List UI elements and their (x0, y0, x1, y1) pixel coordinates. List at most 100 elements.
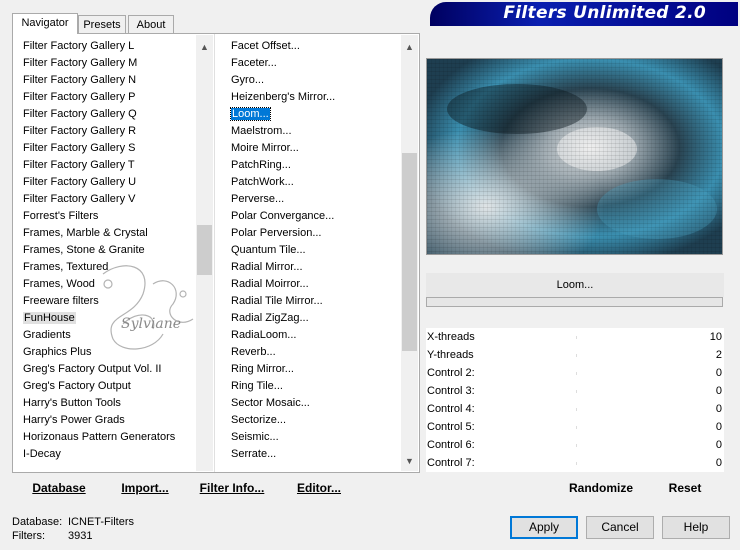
list-item[interactable]: Gradients (21, 327, 201, 344)
list-item[interactable]: Filter Factory Gallery N (21, 72, 201, 89)
parameter-name: Control 2: (427, 367, 475, 379)
list-item[interactable]: Gyro... (229, 72, 399, 89)
list-item[interactable]: Loom... (229, 106, 399, 123)
list-item[interactable]: Perverse... (229, 191, 399, 208)
parameter-value: 0 (715, 421, 722, 433)
tab-presets[interactable]: Presets (78, 15, 126, 33)
randomize-button[interactable]: Randomize (566, 477, 636, 499)
list-item-label: Sectorize... (231, 414, 287, 426)
list-item[interactable]: RadiaLoom... (229, 327, 399, 344)
list-item[interactable]: Filter Factory Gallery M (21, 55, 201, 72)
list-item-label: Radial ZigZag... (231, 312, 309, 324)
tab-navigator[interactable]: Navigator (12, 13, 78, 34)
scroll-up-icon[interactable]: ▲ (196, 39, 213, 56)
list-item[interactable]: Ring Mirror... (229, 361, 399, 378)
parameter-row[interactable]: X-threads 10 (426, 328, 724, 346)
list-item[interactable]: Harry's Power Grads (21, 412, 201, 429)
list-item[interactable]: Filter Factory Gallery S (21, 140, 201, 157)
list-item[interactable]: Sector Mosaic... (229, 395, 399, 412)
list-item[interactable]: Forrest's Filters (21, 208, 201, 225)
parameter-value: 2 (715, 349, 722, 361)
list-item[interactable]: Frames, Wood (21, 276, 201, 293)
parameter-value: 0 (715, 385, 722, 397)
list-item[interactable]: Radial Mirror... (229, 259, 399, 276)
list-item[interactable]: Moire Mirror... (229, 140, 399, 157)
list-item-label: Filter Factory Gallery M (23, 57, 138, 69)
tab-about[interactable]: About (128, 15, 174, 33)
list-item-label: Greg's Factory Output Vol. II (23, 363, 162, 375)
filter-scrollbar[interactable]: ▲ ▼ (401, 35, 418, 471)
list-item[interactable]: Facet Offset... (229, 38, 399, 55)
list-item[interactable]: Horizonaus Pattern Generators (21, 429, 201, 446)
import-button[interactable]: Import... (120, 477, 170, 499)
list-item[interactable]: Ring Tile... (229, 378, 399, 395)
list-item[interactable]: Radial Moirror... (229, 276, 399, 293)
list-item[interactable]: Maelstrom... (229, 123, 399, 140)
list-item-label: Faceter... (231, 57, 277, 69)
parameter-tick (576, 408, 577, 411)
parameter-row[interactable]: Control 6: 0 (426, 436, 724, 454)
editor-button[interactable]: Editor... (296, 477, 342, 499)
list-item[interactable]: Frames, Marble & Crystal (21, 225, 201, 242)
list-item[interactable]: Filter Factory Gallery V (21, 191, 201, 208)
scroll-down-icon[interactable]: ▼ (401, 453, 418, 470)
filter-info-button[interactable]: Filter Info... (199, 477, 265, 499)
filter-scroll-thumb[interactable] (402, 153, 417, 351)
list-item-label: Filter Factory Gallery Q (23, 108, 137, 120)
parameter-tick (576, 390, 577, 393)
cancel-button[interactable]: Cancel (586, 516, 654, 539)
list-item[interactable]: Filter Factory Gallery R (21, 123, 201, 140)
database-button[interactable]: Database (30, 477, 88, 499)
list-item[interactable]: PatchWork... (229, 174, 399, 191)
parameter-row[interactable]: Y-threads 2 (426, 346, 724, 364)
list-item[interactable]: Freeware filters (21, 293, 201, 310)
reset-button[interactable]: Reset (664, 477, 706, 499)
database-status: Database: ICNET-Filters (12, 516, 134, 528)
list-item-label: Radial Tile Mirror... (231, 295, 323, 307)
database-status-value: ICNET-Filters (68, 516, 134, 528)
list-item[interactable]: Filter Factory Gallery U (21, 174, 201, 191)
list-item[interactable]: Polar Perversion... (229, 225, 399, 242)
list-item[interactable]: Heizenberg's Mirror... (229, 89, 399, 106)
list-item[interactable]: Radial ZigZag... (229, 310, 399, 327)
list-item[interactable]: I-Decay (21, 446, 201, 463)
list-item[interactable]: Filter Factory Gallery L (21, 38, 201, 55)
list-item[interactable]: Sectorize... (229, 412, 399, 429)
parameter-tick (576, 462, 577, 465)
apply-button-label: Apply (528, 520, 560, 534)
parameter-row[interactable]: Control 2: 0 (426, 364, 724, 382)
list-item[interactable]: Graphics Plus (21, 344, 201, 361)
list-item[interactable]: Greg's Factory Output (21, 378, 201, 395)
list-item[interactable]: Reverb... (229, 344, 399, 361)
list-item[interactable]: Polar Convergance... (229, 208, 399, 225)
loom-preview-graphic (427, 59, 722, 254)
parameter-row[interactable]: Control 3: 0 (426, 382, 724, 400)
category-list: Filter Factory Gallery L Filter Factory G… (21, 38, 201, 468)
list-item[interactable]: FunHouse (21, 310, 201, 327)
list-item[interactable]: Serrate... (229, 446, 399, 463)
parameter-row[interactable]: Control 4: 0 (426, 400, 724, 418)
list-item[interactable]: Filter Factory Gallery P (21, 89, 201, 106)
help-button[interactable]: Help (662, 516, 730, 539)
list-item[interactable]: Seismic... (229, 429, 399, 446)
parameter-value: 0 (715, 457, 722, 469)
list-item[interactable]: Harry's Button Tools (21, 395, 201, 412)
list-item[interactable]: Faceter... (229, 55, 399, 72)
list-item[interactable]: Frames, Textured (21, 259, 201, 276)
scroll-up-icon[interactable]: ▲ (401, 39, 418, 56)
list-item-label: Forrest's Filters (23, 210, 99, 222)
list-item[interactable]: Radial Tile Mirror... (229, 293, 399, 310)
list-item[interactable]: Filter Factory Gallery T (21, 157, 201, 174)
parameter-row[interactable]: Control 7: 0 (426, 454, 724, 472)
list-item-label: Filter Factory Gallery S (23, 142, 136, 154)
parameter-row[interactable]: Control 5: 0 (426, 418, 724, 436)
list-item[interactable]: Greg's Factory Output Vol. II (21, 361, 201, 378)
list-item[interactable]: Frames, Stone & Granite (21, 242, 201, 259)
list-item[interactable]: Quantum Tile... (229, 242, 399, 259)
category-scrollbar[interactable]: ▲ (196, 35, 213, 471)
list-item[interactable]: PatchRing... (229, 157, 399, 174)
tab-presets-label: Presets (83, 19, 121, 31)
apply-button[interactable]: Apply (510, 516, 578, 539)
category-scroll-thumb[interactable] (197, 225, 212, 275)
list-item[interactable]: Filter Factory Gallery Q (21, 106, 201, 123)
